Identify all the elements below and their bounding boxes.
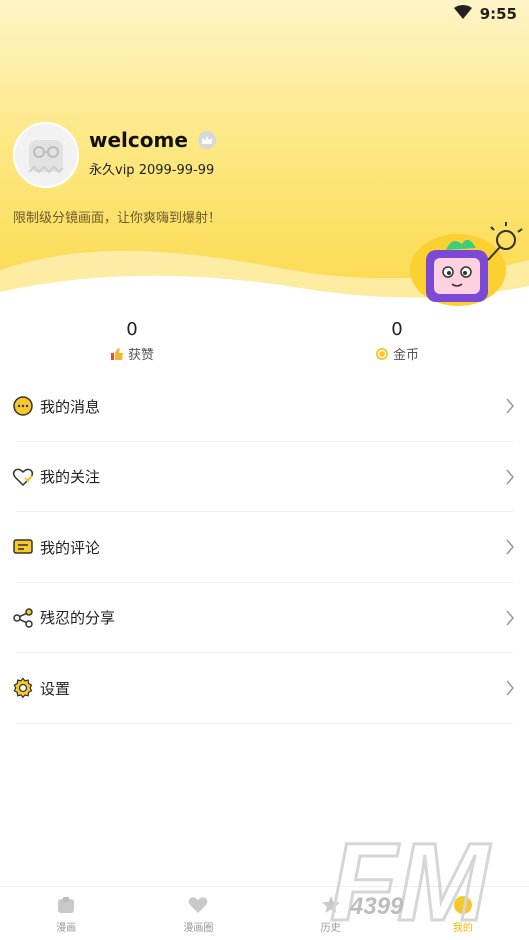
history-icon — [320, 894, 342, 916]
tv-mascot-icon — [410, 222, 523, 306]
chevron-right-icon — [506, 539, 514, 555]
share-icon — [12, 607, 34, 629]
nav-history[interactable]: 历史 — [265, 887, 397, 940]
slogan: 限制级分镜画面，让你爽嗨到爆射！ — [13, 211, 222, 226]
profile-icon — [452, 894, 474, 916]
avatar[interactable] — [13, 122, 79, 188]
likes-count: 0 — [126, 319, 138, 340]
menu-label: 残忍的分享 — [40, 609, 116, 628]
nav-label: 我的 — [452, 922, 473, 934]
vip-crown-icon — [197, 131, 216, 149]
stats-row: 0 获赞 0 金币 — [0, 318, 529, 366]
chevron-right-icon — [506, 680, 514, 696]
coins-count: 0 — [391, 319, 403, 340]
chevron-right-icon — [506, 398, 514, 414]
nav-profile[interactable]: 我的 — [397, 887, 529, 940]
coins-label-row: 金币 — [327, 344, 467, 363]
menu-label: 我的评论 — [40, 538, 101, 557]
username: welcome — [89, 128, 216, 152]
menu-item-follows[interactable]: 我的关注 — [0, 442, 529, 513]
profile-header: 9:55 welcome 永久vip 2099-99-99 限制级分镜画面，让你… — [0, 0, 529, 310]
profile-menu: 我的消息 我的关注 我的评论 残忍的分享 设置 — [0, 371, 529, 724]
username-text: welcome — [89, 128, 188, 152]
menu-item-messages[interactable]: 我的消息 — [0, 371, 529, 442]
comment-icon — [12, 536, 34, 558]
coin-icon — [375, 347, 389, 361]
likes-label-row: 获赞 — [62, 344, 202, 363]
thumbs-up-icon — [110, 347, 124, 361]
nav-comic[interactable]: 漫画 — [0, 887, 132, 940]
likes-label: 获赞 — [127, 348, 154, 363]
menu-label: 设置 — [40, 679, 71, 698]
status-bar: 9:55 — [453, 0, 517, 28]
coins-stat[interactable]: 0 金币 — [327, 318, 467, 363]
heart-follow-icon — [12, 466, 34, 488]
menu-item-comments[interactable]: 我的评论 — [0, 512, 529, 583]
ghost-avatar-icon — [28, 140, 64, 174]
comic-icon — [55, 894, 77, 916]
circle-icon — [187, 894, 209, 916]
message-icon — [12, 395, 34, 417]
chevron-right-icon — [506, 469, 514, 485]
menu-label: 我的关注 — [40, 468, 101, 487]
vip-expiry: 永久vip 2099-99-99 — [89, 163, 215, 178]
nav-circle[interactable]: 漫画圈 — [132, 887, 264, 940]
bottom-nav: 漫画 漫画圈 历史 我的 — [0, 886, 529, 940]
wifi-icon — [453, 5, 472, 23]
coins-label: 金币 — [392, 348, 419, 363]
nav-label: 漫画圈 — [183, 922, 214, 934]
status-time: 9:55 — [479, 5, 517, 23]
likes-stat[interactable]: 0 获赞 — [62, 318, 202, 363]
gear-icon — [12, 677, 34, 699]
menu-label: 我的消息 — [40, 397, 101, 416]
menu-item-settings[interactable]: 设置 — [0, 653, 529, 724]
menu-item-share[interactable]: 残忍的分享 — [0, 583, 529, 654]
nav-label: 漫画 — [56, 922, 77, 934]
nav-label: 历史 — [320, 922, 341, 934]
chevron-right-icon — [506, 610, 514, 626]
